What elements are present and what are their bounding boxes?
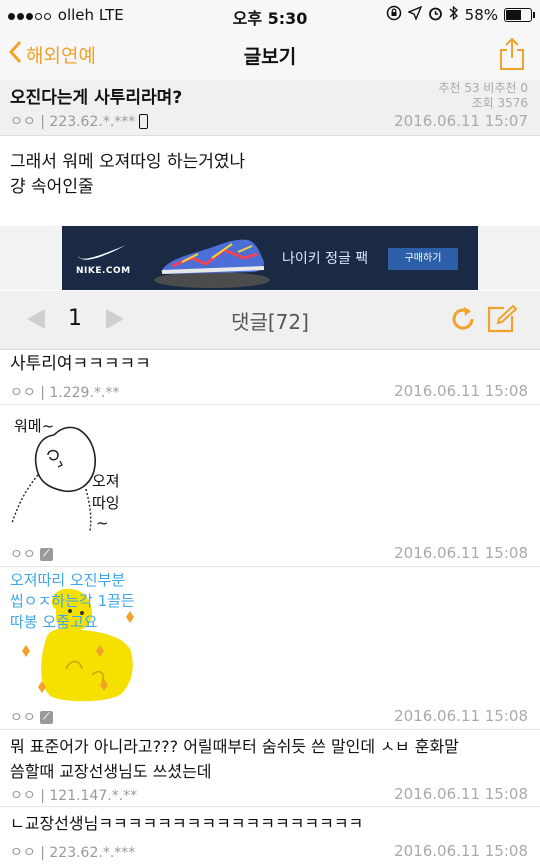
ad-banner-area: NIKE.COM 나이키 정글 팩 구매하기 [0,226,540,290]
drawing-label: 오져 [92,472,120,490]
comment-date: 2016.06.11 15:08 [394,785,528,803]
comment-item: 뭐 표준어가 아니라고??? 어릴때부터 숨쉬듯 쓴 말인데 ㅅㅂ 훈화말 씀할… [0,730,540,807]
drawing-label: 따봉 오줌고요 [10,613,98,631]
location-icon [406,5,422,24]
shoe-image [152,232,272,290]
author-info: ㅇㅇ | 223.62.*.*** [10,114,136,130]
drawing-label: 따잉 [92,494,120,512]
ad-buy-button[interactable]: 구매하기 [388,248,458,270]
comment-date: 2016.06.11 15:08 [394,842,528,860]
drawing-label: 씹ㅇㅈ하는각 1끌든 [10,592,135,610]
drawing-label: 워메~ [14,417,55,435]
write-comment-button[interactable] [486,304,518,338]
post-body-line: 걍 속어인줄 [10,177,94,197]
comment-text: ㄴ교장선생님ㅋㅋㅋㅋㅋㅋㅋㅋㅋㅋㅋㅋㅋㅋㅋㅋㅋㅋ [10,814,364,833]
post-stats: 추천 53 비추천 0 조회 3576 [438,81,528,111]
comment-text-line: 씀할때 교장선생님도 쓰셨는데 [10,762,212,781]
comment-pager: 1 댓글[72] [0,291,540,350]
comment-item: ㄴ교장선생님ㅋㅋㅋㅋㅋㅋㅋㅋㅋㅋㅋㅋㅋㅋㅋㅋㅋㅋ ㅇㅇ | 223.62.*.*… [0,807,540,866]
comment-item: 워메~ 오져 따잉 ~ ㅇㅇ ⟋ 2016.06.11 15:08 [0,405,540,567]
view-count: 조회 3576 [471,96,528,110]
recommend-count: 추천 53 비추천 0 [438,81,528,95]
nike-logo: NIKE.COM [76,242,131,276]
ad-headline: 나이키 정글 팩 [282,251,369,267]
post-title: 오진다는게 사투리라며? [10,88,183,108]
comment-item: 사투리여ㅋㅋㅋㅋㅋ ㅇㅇ | 1.229.*.** 2016.06.11 15:… [0,349,540,405]
comment-author: ㅇㅇ | 1.229.*.** [10,385,120,401]
battery-percent: 58% [464,6,498,24]
comment-item: 오져따리 오진부분 씹ㅇㅈ하는각 1끌든 따봉 오줌고요 ㅇㅇ ⟋ 2016.0… [0,567,540,730]
image-icon: ⟋ [39,547,53,561]
comment-drawing: 워메~ 오져 따잉 ~ [8,405,138,541]
comment-text: 뭐 표준어가 아니라고??? 어릴때부터 숨쉬듯 쓴 말인데 ㅅㅂ 훈화말 씀할… [10,734,459,784]
comment-date: 2016.06.11 15:08 [394,382,528,400]
post-author: ㅇㅇ | 223.62.*.*** [10,111,149,131]
comment-author: ㅇㅇ [10,547,36,563]
write-icon [487,304,518,333]
battery-icon [504,8,535,22]
comment-text-line: 뭐 표준어가 아니라고??? 어릴때부터 숨쉬듯 쓴 말인데 ㅅㅂ 훈화말 [10,737,459,756]
ad-brand: NIKE.COM [76,266,131,276]
orientation-lock-icon [386,5,402,25]
refresh-icon [452,307,474,330]
drawing-label: ~ [96,514,109,532]
comment-text: 사투리여ㅋㅋㅋㅋㅋ [10,354,151,374]
comment-drawing: 오져따리 오진부분 씹ㅇㅈ하는각 1끌든 따봉 오줌고요 [8,569,148,703]
share-icon [500,37,524,70]
comment-date: 2016.06.11 15:08 [394,707,528,725]
comment-author: ㅇㅇ | 223.62.*.*** [10,845,136,861]
comment-date: 2016.06.11 15:08 [394,544,528,562]
comment-author-row: ㅇㅇ ⟋ [10,707,53,727]
share-button[interactable] [498,36,526,76]
bluetooth-icon [449,5,459,25]
post-body: 그래서 워메 오져따잉 하는거였나 걍 속어인줄 [10,150,245,200]
status-bar: olleh LTE 오후 5:30 58% [0,0,540,30]
ad-banner[interactable]: NIKE.COM 나이키 정글 팩 구매하기 [62,226,478,290]
alarm-icon [428,6,443,25]
comment-author: ㅇㅇ [10,710,36,726]
post-date: 2016.06.11 15:07 [394,112,528,130]
image-icon: ⟋ [39,710,53,724]
comment-author: ㅇㅇ | 121.147.*.** [10,788,138,804]
page-title: 글보기 [243,46,297,68]
post-body-line: 그래서 워메 오져따잉 하는거였나 [10,152,246,172]
refresh-button[interactable] [448,304,478,338]
drawing-label: 오져따리 오진부분 [10,571,126,589]
post-header: 오진다는게 사투리라며? 추천 53 비추천 0 조회 3576 ㅇㅇ | 22… [0,80,540,136]
status-right: 58% [386,5,535,25]
phone-icon [139,113,149,129]
nav-bar: 해외연예 글보기 [0,30,540,81]
comment-author-row: ㅇㅇ ⟋ [10,544,53,564]
